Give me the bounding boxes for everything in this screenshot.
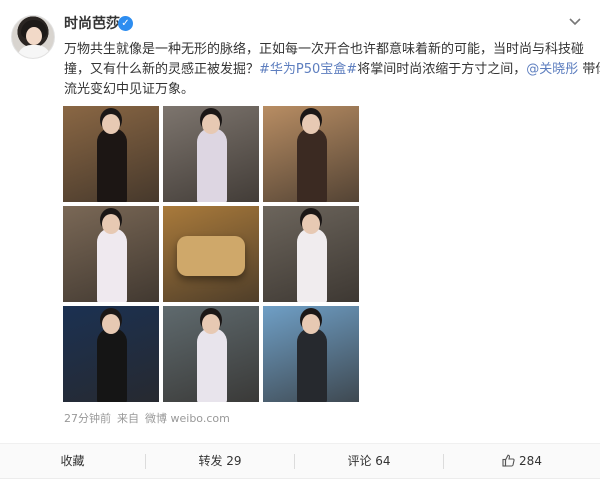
post-time[interactable]: 27分钟前 — [64, 412, 111, 425]
photo-8-subject — [197, 328, 227, 402]
photo-1-subject — [97, 128, 127, 202]
photo-5[interactable] — [163, 206, 259, 302]
post-text-segment: 将掌间时尚浓缩于方寸之间， — [357, 62, 527, 77]
post-source[interactable]: 微博 weibo.com — [145, 412, 230, 425]
comment-button[interactable]: 评论 64 — [295, 444, 443, 479]
post-meta: 27分钟前 来自 微博 weibo.com — [64, 411, 236, 427]
post-text-line-2: 撞，又有什么新的灵感正被发掘？#华为P50宝盒#将掌间时尚浓缩于方寸之间，@关晓… — [64, 60, 600, 80]
photo-5-subject — [177, 236, 245, 276]
photo-7-subject — [97, 328, 127, 402]
photo-6[interactable] — [263, 206, 359, 302]
photo-8[interactable] — [163, 306, 259, 402]
photo-4-head — [102, 214, 120, 234]
photo-1-head — [102, 114, 120, 134]
photo-4[interactable] — [63, 206, 159, 302]
action-bar: 收藏 转发 29 评论 64 284 — [0, 443, 600, 478]
photo-2-head — [202, 114, 220, 134]
chevron-down-icon[interactable] — [568, 16, 582, 28]
photo-9-head — [302, 314, 320, 334]
photo-6-head — [302, 214, 320, 234]
verified-icon: ✓ — [118, 16, 133, 31]
post-text-line-3: 流光变幻中见证万象。 — [64, 80, 592, 100]
avatar-face — [26, 27, 42, 45]
mention-link[interactable]: @关晓彤 — [526, 62, 578, 77]
photo-grid — [63, 106, 359, 402]
photo-9-subject — [297, 328, 327, 402]
post-text: 万物共生就像是一种无形的脉络，正如每一次开合也许都意味着新的可能，当时尚与科技碰… — [64, 40, 600, 100]
photo-8-head — [202, 314, 220, 334]
photo-3-head — [302, 114, 320, 134]
repost-button[interactable]: 转发 29 — [146, 444, 294, 479]
post-text-segment: 流光变幻中见证万象。 — [64, 82, 195, 97]
avatar[interactable] — [11, 15, 55, 59]
collect-button[interactable]: 收藏 — [0, 444, 145, 479]
hashtag-link[interactable]: #华为P50宝盒# — [259, 62, 357, 77]
photo-9[interactable] — [263, 306, 359, 402]
photo-4-subject — [97, 228, 127, 302]
photo-6-subject — [297, 228, 327, 302]
photo-7[interactable] — [63, 306, 159, 402]
username[interactable]: 时尚芭莎 — [64, 13, 120, 35]
photo-2-subject — [197, 128, 227, 202]
like-count: 284 — [519, 454, 542, 468]
photo-7-head — [102, 314, 120, 334]
avatar-body — [17, 45, 51, 58]
post-text-segment: 带你在 — [582, 62, 600, 77]
photo-3[interactable] — [263, 106, 359, 202]
post-text-segment: 万物共生就像是一种无形的脉络，正如每一次开合也许都意味着新的可能，当时尚与科技碰 — [64, 42, 585, 57]
post-text-segment: 撞，又有什么新的灵感正被发掘？ — [64, 62, 260, 77]
source-prefix: 来自 — [117, 412, 139, 425]
photo-2[interactable] — [163, 106, 259, 202]
photo-3-subject — [297, 128, 327, 202]
post-text-line-1: 万物共生就像是一种无形的脉络，正如每一次开合也许都意味着新的可能，当时尚与科技碰 — [64, 40, 592, 60]
thumbs-up-icon — [502, 454, 515, 467]
photo-1[interactable] — [63, 106, 159, 202]
weibo-post-card: 时尚芭莎 ✓ 万物共生就像是一种无形的脉络，正如每一次开合也许都意味着新的可能，… — [0, 0, 600, 478]
like-button[interactable]: 284 — [444, 444, 600, 479]
